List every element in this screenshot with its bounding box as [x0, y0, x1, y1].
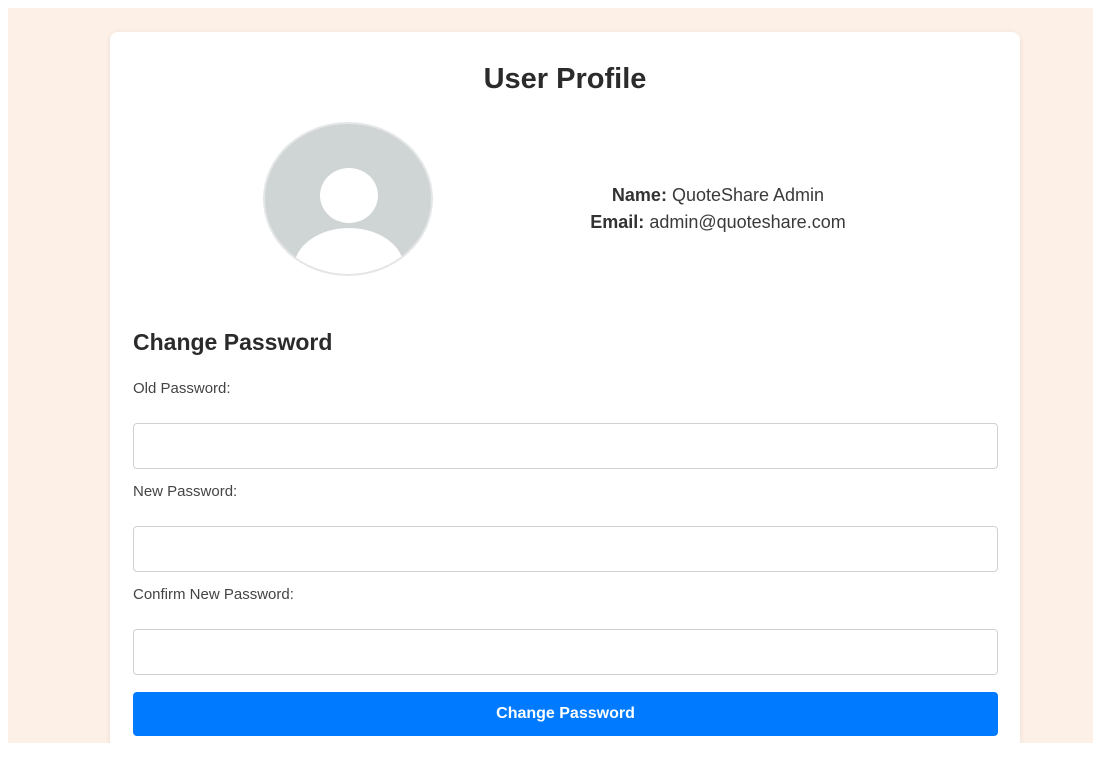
change-password-heading: Change Password	[133, 329, 333, 355]
email-value: admin@quoteshare.com	[649, 212, 846, 232]
old-password-input[interactable]	[133, 423, 998, 469]
avatar-head-shape	[320, 168, 378, 223]
user-name-row: Name: QuoteShare Admin	[518, 182, 918, 209]
email-label: Email:	[590, 212, 645, 232]
name-label: Name:	[611, 185, 667, 205]
user-email-row: Email: admin@quoteshare.com	[518, 209, 918, 236]
confirm-password-label: Confirm New Password:	[133, 586, 294, 603]
user-info: Name: QuoteShare Admin Email: admin@quot…	[518, 182, 918, 236]
change-password-button[interactable]: Change Password	[133, 692, 998, 736]
confirm-password-input[interactable]	[133, 629, 998, 675]
profile-card: User Profile Name: QuoteShare Admin Emai…	[110, 32, 1020, 743]
page-background: User Profile Name: QuoteShare Admin Emai…	[8, 8, 1093, 743]
default-user-avatar-icon	[263, 122, 433, 276]
new-password-input[interactable]	[133, 526, 998, 572]
old-password-label: Old Password:	[133, 380, 231, 397]
new-password-label: New Password:	[133, 483, 238, 500]
name-value: QuoteShare Admin	[671, 185, 825, 205]
avatar-body-shape	[294, 228, 404, 274]
page-title: User Profile	[483, 63, 647, 95]
